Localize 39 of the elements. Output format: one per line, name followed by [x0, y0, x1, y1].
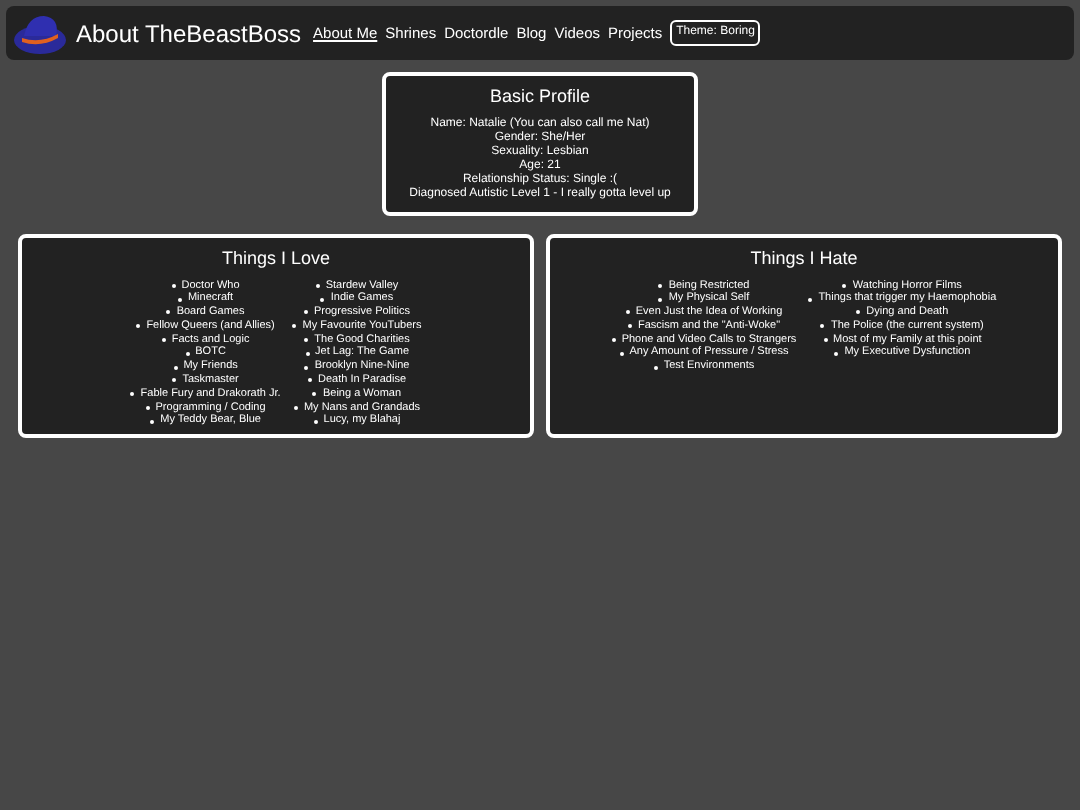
bullet-icon: [315, 283, 320, 288]
bullet-icon: [305, 351, 310, 356]
bullet-icon: [834, 351, 839, 356]
bullet-icon: [312, 392, 317, 397]
bullet-icon: [173, 365, 178, 370]
card-title: Basic Profile: [489, 84, 591, 110]
bullet-icon: [856, 310, 861, 315]
bullet-icon: [185, 351, 190, 356]
bullet-icon: [130, 392, 135, 397]
card-title: Things I Hate: [750, 246, 858, 272]
bullet-icon: [808, 297, 813, 302]
bullet-icon: [136, 324, 141, 329]
bullet-icon: [842, 283, 847, 288]
bullet-icon: [166, 310, 171, 315]
bullet-icon: [292, 324, 297, 329]
bullet-icon: [161, 338, 166, 343]
hat-logo-icon: [12, 11, 68, 55]
bullet-icon: [823, 338, 828, 343]
bullet-icon: [293, 406, 298, 411]
bullet-icon: [150, 419, 155, 424]
bullet-icon: [619, 351, 624, 356]
bullet-icon: [177, 297, 182, 302]
bullet-icon: [658, 283, 663, 288]
bullet-icon: [171, 283, 176, 288]
bullet-icon: [625, 310, 630, 315]
bullet-icon: [653, 365, 658, 370]
bullet-icon: [307, 378, 312, 383]
site-title: About TheBeastBoss: [76, 17, 302, 51]
bullet-icon: [627, 324, 632, 329]
bullet-icon: [658, 297, 663, 302]
bullet-icon: [320, 297, 325, 302]
bullet-icon: [304, 338, 309, 343]
bullet-icon: [145, 406, 150, 411]
bullet-icon: [611, 338, 616, 343]
bullet-icon: [313, 419, 318, 424]
bullet-icon: [172, 378, 177, 383]
bullet-icon: [820, 324, 825, 329]
card-title: Things I Love: [221, 246, 331, 272]
bullet-icon: [304, 365, 309, 370]
